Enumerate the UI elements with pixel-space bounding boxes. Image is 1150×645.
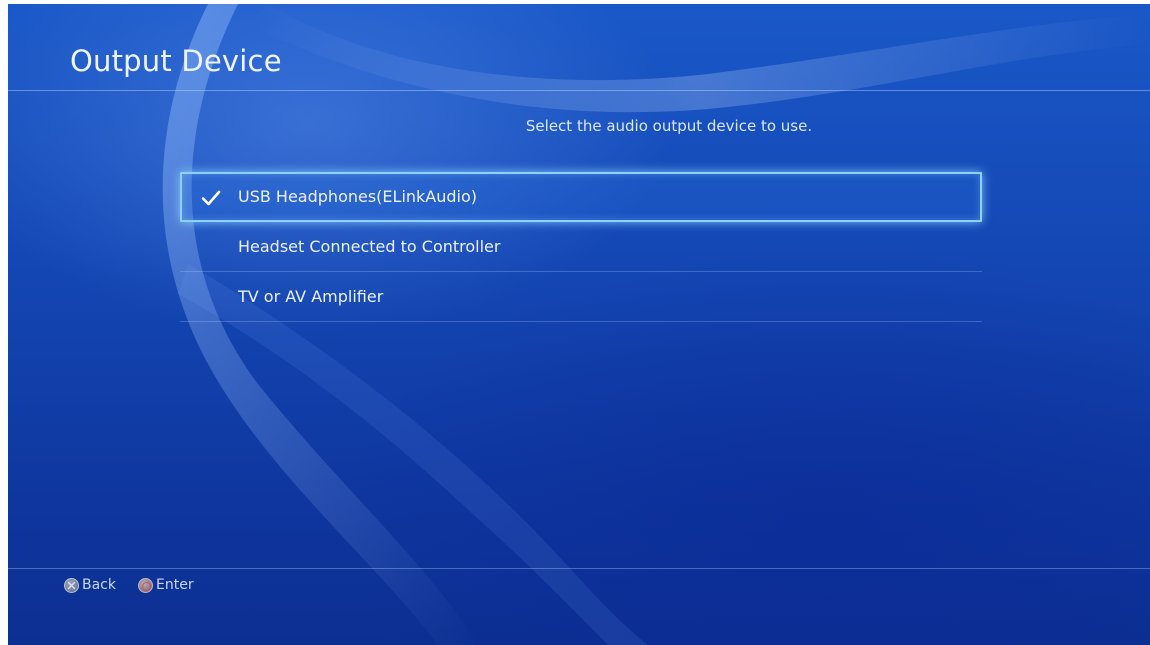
device-option-label: Headset Connected to Controller xyxy=(238,237,501,256)
device-option-controller-headset[interactable]: Headset Connected to Controller xyxy=(180,222,982,272)
enter-button[interactable]: Enter xyxy=(138,577,194,593)
back-button[interactable]: Back xyxy=(64,577,116,593)
instruction-text: Select the audio output device to use. xyxy=(8,117,1150,135)
device-list: USB Headphones(ELinkAudio) Headset Conne… xyxy=(180,172,982,322)
back-label: Back xyxy=(82,577,116,593)
circle-button-icon xyxy=(138,577,153,593)
enter-label: Enter xyxy=(156,577,194,593)
instruction-label: Select the audio output device to use. xyxy=(525,117,813,135)
device-option-tv-amplifier[interactable]: TV or AV Amplifier xyxy=(180,272,982,322)
device-option-label: TV or AV Amplifier xyxy=(238,287,384,306)
button-hints: Back Enter xyxy=(64,577,216,593)
device-option-usb-headphones[interactable]: USB Headphones(ELinkAudio) xyxy=(180,172,982,222)
cross-button-icon xyxy=(64,577,79,593)
header-divider xyxy=(8,90,1150,91)
footer-divider xyxy=(8,568,1150,569)
background-wave xyxy=(162,4,1150,645)
checkmark-icon xyxy=(201,190,221,206)
output-device-screen: Output Device Select the audio output de… xyxy=(8,4,1150,645)
page-title: Output Device xyxy=(70,44,282,78)
device-option-label: USB Headphones(ELinkAudio) xyxy=(238,187,478,206)
